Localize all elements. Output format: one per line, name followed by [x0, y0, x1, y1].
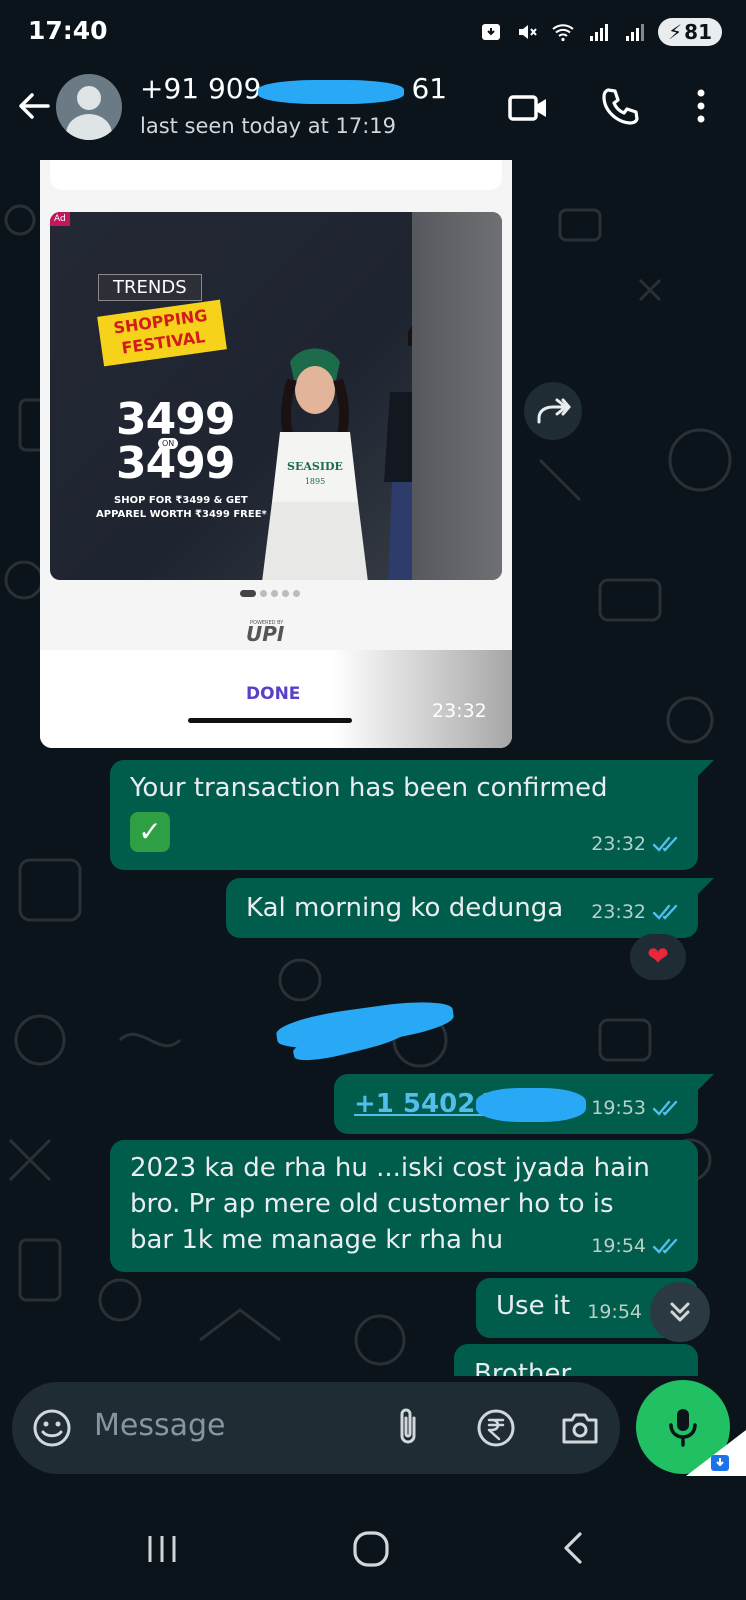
brand-label: TRENDS — [98, 274, 202, 301]
camera-icon[interactable] — [558, 1406, 602, 1450]
message-text: Your transaction has been confirmed — [130, 773, 608, 803]
forward-icon — [537, 398, 571, 424]
message-line-2: bro. Pr ap mere old customer ho to is — [130, 1189, 614, 1219]
forward-button[interactable] — [524, 382, 582, 440]
status-time: 17:40 — [28, 16, 108, 45]
back-arrow-icon[interactable] — [14, 86, 54, 126]
home-indicator — [188, 718, 352, 723]
offer-text: SHOP FOR ₹3499 & GET APPAREL WORTH ₹3499… — [96, 494, 267, 522]
charging-icon: ⚡ — [668, 20, 683, 44]
upi-logo: UPI — [246, 622, 285, 646]
video-call-icon[interactable] — [506, 86, 550, 130]
attach-icon[interactable] — [390, 1404, 426, 1450]
offer-line-2: APPAREL WORTH ₹3499 FREE* — [96, 509, 267, 520]
phone-icon[interactable] — [598, 84, 642, 128]
more-options-icon[interactable] — [686, 84, 716, 128]
ad-banner-image[interactable]: Ad TRENDS SHOPPING FESTIVAL 3499 ON 3499… — [50, 212, 502, 580]
message-time: 19:54 — [591, 1235, 646, 1257]
festival-label: SHOPPING FESTIVAL — [97, 299, 227, 366]
message-bubble[interactable]: 2023 ka de rha hu ...iski cost jyada hai… — [110, 1140, 698, 1272]
message-placeholder: Message — [94, 1408, 226, 1443]
message-text: Kal morning ko dedunga — [246, 893, 564, 923]
bubble-tail — [698, 1074, 714, 1090]
message-time: 19:53 — [591, 1097, 646, 1119]
message-text: 2023 ka de rha hu ...iski cost jyada hai… — [130, 1150, 650, 1258]
last-seen: last seen today at 17:19 — [140, 114, 396, 138]
read-ticks-icon — [652, 836, 678, 852]
redaction-mark — [258, 80, 404, 104]
signal-icon — [590, 24, 609, 41]
avatar-head — [77, 86, 101, 110]
corner-download-icon — [711, 1455, 729, 1471]
ad-tag: Ad — [50, 212, 70, 226]
system-nav-bar — [0, 1500, 746, 1600]
mute-icon — [519, 25, 537, 39]
read-ticks-icon — [652, 1100, 678, 1116]
image-shade — [332, 650, 512, 748]
message-bubble[interactable]: +1 540242 19:53 — [334, 1074, 698, 1134]
message-input-area: Message — [0, 1376, 746, 1500]
chat-header: +91 909 61 last seen today at 17:19 — [0, 64, 746, 160]
chat-area[interactable]: Ad TRENDS SHOPPING FESTIVAL 3499 ON 3499… — [0, 160, 746, 1400]
nav-recent-icon[interactable] — [144, 1530, 180, 1566]
rupee-payment-icon[interactable] — [474, 1406, 518, 1450]
message-bubble[interactable]: Kal morning ko dedunga 23:32 — [226, 878, 698, 938]
bubble-tail — [698, 760, 714, 776]
done-button[interactable]: DONE — [246, 684, 300, 704]
nav-back-icon[interactable] — [556, 1528, 592, 1568]
heart-reaction[interactable]: ❤ — [630, 934, 686, 980]
signal-icon-2 — [626, 24, 645, 41]
scroll-down-icon — [670, 1302, 690, 1322]
wifi-icon — [552, 24, 574, 42]
status-icons: ⚡ 81 — [478, 16, 722, 48]
carousel-dots — [240, 590, 300, 597]
message-meta: 19:53 — [591, 1090, 682, 1126]
contact-number-tail: 61 — [411, 72, 448, 105]
scroll-down-button[interactable] — [650, 1282, 710, 1342]
avatar-body — [66, 114, 112, 140]
check-mark-emoji: ✓ — [130, 812, 170, 852]
avatar[interactable] — [56, 74, 122, 140]
message-bubble[interactable]: Your transaction has been confirmed ✓ 23… — [110, 760, 698, 870]
status-bar: 17:40 ⚡ 81 — [0, 0, 746, 64]
message-time: 23:32 — [591, 833, 646, 855]
image-message[interactable]: Ad TRENDS SHOPPING FESTIVAL 3499 ON 3499… — [40, 160, 512, 748]
message-meta: 19:54 — [587, 1294, 642, 1330]
message-meta: 23:32 — [591, 826, 682, 862]
offer-amount-bottom: 3499 — [116, 438, 235, 489]
read-ticks-icon — [652, 1238, 678, 1254]
message-meta: 23:32 — [591, 894, 682, 930]
nav-home-icon[interactable] — [350, 1528, 392, 1570]
message-time: 19:54 — [587, 1301, 642, 1323]
message-text: Use it — [496, 1291, 571, 1321]
message-input[interactable]: Message — [12, 1382, 620, 1474]
battery-indicator: ⚡ 81 — [658, 18, 722, 46]
building-wall — [412, 212, 502, 580]
redaction-mark — [476, 1088, 586, 1122]
message-meta: 19:54 — [591, 1228, 682, 1264]
read-ticks-icon — [652, 904, 678, 920]
notification-icon — [482, 24, 501, 40]
offer-line-1: SHOP FOR ₹3499 & GET — [114, 495, 248, 506]
model-woman: SEASIDE 1895 — [262, 348, 368, 580]
bubble-tail — [698, 878, 714, 894]
battery-level: 81 — [684, 20, 712, 44]
mic-icon — [669, 1409, 697, 1447]
contact-number: +91 909 — [140, 72, 262, 105]
message-line-3: bar 1k me manage kr rha hu — [130, 1225, 504, 1255]
message-line-1: 2023 ka de rha hu ...iski cost jyada hai… — [130, 1153, 650, 1183]
message-time: 23:32 — [591, 901, 646, 923]
message-time: 23:32 — [432, 700, 487, 722]
emoji-icon[interactable] — [30, 1406, 74, 1450]
image-top-card — [50, 160, 502, 190]
tee-year: 1895 — [305, 477, 325, 486]
tee-text: SEASIDE — [287, 460, 343, 473]
